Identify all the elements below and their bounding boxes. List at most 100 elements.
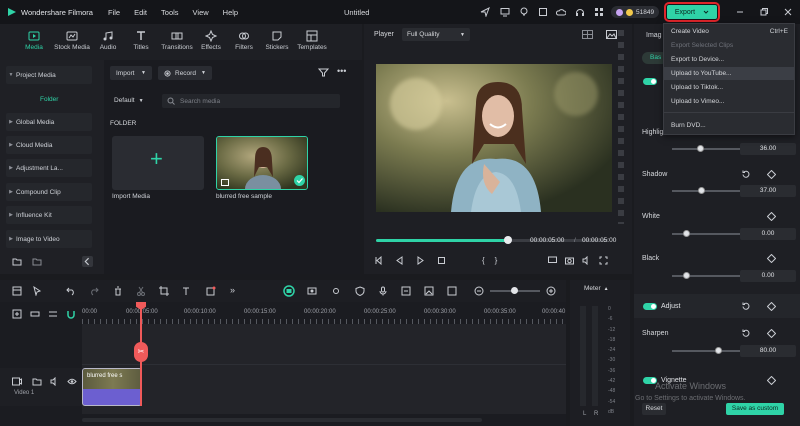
export-button[interactable]: Export [664, 2, 720, 22]
white-value-field[interactable]: 0.00 [740, 228, 796, 240]
keyframe-diamond-icon[interactable] [767, 329, 776, 338]
keyframe-diamond-icon[interactable] [767, 212, 776, 221]
shadow-value-field[interactable]: 37.00 [740, 185, 796, 197]
microphone-icon[interactable] [378, 286, 388, 296]
layout-grid-icon[interactable] [582, 30, 593, 39]
shield-icon[interactable] [355, 286, 365, 296]
save-as-custom-button[interactable]: Save as custom [726, 403, 784, 415]
volume-icon[interactable] [582, 256, 591, 265]
restore-icon[interactable] [759, 7, 769, 17]
zoom-in-icon[interactable] [546, 286, 556, 296]
render-icon[interactable] [307, 286, 317, 296]
play-icon[interactable] [416, 256, 425, 265]
basic-toggle[interactable] [643, 78, 657, 85]
camera-icon[interactable] [565, 256, 574, 265]
fullscreen-icon[interactable] [599, 256, 608, 265]
shadow-knob[interactable] [698, 187, 705, 194]
more-options-icon[interactable]: ••• [337, 66, 346, 76]
highlight-value-field[interactable]: 36.00 [740, 143, 796, 155]
menu-item-upload-to-vimeo[interactable]: Upload to Vimeo... [664, 95, 794, 108]
tab-stickers[interactable]: Stickers [259, 24, 295, 60]
black-value-field[interactable]: 0.00 [740, 270, 796, 282]
new-folder-icon[interactable] [12, 257, 22, 266]
tab-titles[interactable]: Titles [123, 24, 159, 60]
timeline-scrollbar[interactable] [82, 418, 482, 422]
menu-item-upload-to-youtube[interactable]: Upload to YouTube... [664, 67, 794, 80]
mark-out-icon[interactable]: } [495, 256, 498, 265]
sidebar-item-cloud-media[interactable]: ▶ Cloud Media [6, 136, 92, 154]
delete-icon[interactable] [113, 286, 123, 296]
more-tools-icon[interactable]: » [230, 285, 235, 295]
menu-item-export-to-device[interactable]: Export to Device... [664, 53, 794, 66]
send-icon[interactable] [480, 7, 490, 17]
menu-tools[interactable]: Tools [161, 8, 179, 17]
highlight-knob[interactable] [697, 145, 704, 152]
credits-badge[interactable]: 51849 [611, 6, 660, 18]
quality-dropdown[interactable]: Full Quality ▼ [402, 28, 470, 41]
stop-icon[interactable] [437, 256, 446, 265]
sidebar-item-compound-clip[interactable]: ▶ Compound Clip [6, 183, 92, 201]
menu-file[interactable]: File [108, 8, 120, 17]
add-track-icon[interactable] [12, 309, 22, 319]
layout-icon[interactable] [12, 286, 22, 296]
step-back-icon[interactable] [374, 256, 383, 265]
monitor-icon[interactable] [500, 7, 510, 17]
sidebar-item-adjustment-layer[interactable]: ▶ Adjustment La... [6, 159, 92, 177]
import-media-card[interactable]: + [112, 136, 204, 190]
search-input[interactable]: Search media [162, 94, 340, 108]
timeline-ruler[interactable]: 00:00 00:00:05:00 00:00:10:00 00:00:15:0… [82, 306, 566, 324]
crop-icon[interactable] [159, 286, 169, 296]
keyframe-icon[interactable] [206, 286, 216, 296]
tab-effects[interactable]: Effects [193, 24, 229, 60]
keyframe-diamond-icon[interactable] [767, 376, 776, 385]
tab-audio[interactable]: Audio [90, 24, 126, 60]
voiceover-icon[interactable] [401, 286, 411, 296]
lightbulb-icon[interactable] [519, 7, 529, 17]
close-icon[interactable] [783, 7, 793, 17]
save-icon[interactable] [538, 7, 548, 17]
split-icon[interactable] [136, 286, 146, 296]
playback-handle[interactable] [504, 236, 512, 244]
minimize-icon[interactable] [735, 7, 745, 17]
collapse-panel-icon[interactable] [82, 256, 93, 267]
filter-icon[interactable] [318, 68, 329, 77]
keyframe-diamond-icon[interactable] [767, 254, 776, 263]
video-preview[interactable] [376, 64, 612, 212]
sort-dropdown[interactable]: Default ▼ [114, 97, 144, 104]
tab-transitions[interactable]: Transitions [158, 24, 196, 60]
tab-templates[interactable]: Templates [293, 24, 331, 60]
black-knob[interactable] [683, 272, 690, 279]
menu-item-create-video[interactable]: Create Video Ctrl+E [664, 25, 794, 38]
record-dropdown[interactable]: Record ▼ [158, 66, 212, 80]
zoom-out-icon[interactable] [474, 286, 484, 296]
sidebar-item-folder[interactable]: Folder [6, 90, 92, 108]
reset-icon[interactable] [741, 302, 750, 311]
cloud-icon[interactable] [556, 7, 566, 17]
media-thumbnail-card[interactable] [216, 136, 308, 190]
tab-media[interactable]: Media [16, 24, 52, 60]
sidebar-item-global-media[interactable]: ▶ Global Media [6, 113, 92, 131]
menu-edit[interactable]: Edit [134, 8, 147, 17]
headset-icon[interactable] [575, 7, 585, 17]
select-tool-icon[interactable] [32, 286, 42, 296]
link-icon[interactable] [30, 309, 40, 319]
sharpen-knob[interactable] [715, 347, 722, 354]
scissors-icon[interactable]: ✂ [134, 342, 148, 362]
reset-icon[interactable] [741, 170, 750, 179]
zoom-knob[interactable] [511, 287, 518, 294]
keyframe-diamond-icon[interactable] [767, 170, 776, 179]
sharpen-value-field[interactable]: 80.00 [740, 345, 796, 357]
reset-button[interactable]: Reset [642, 403, 666, 415]
magnet-icon[interactable] [66, 309, 76, 319]
sidebar-item-project-media[interactable]: ▼ Project Media [6, 66, 92, 84]
ai-image-icon[interactable] [424, 286, 434, 296]
tab-filters[interactable]: Filters [226, 24, 262, 60]
track-manager-icon[interactable] [48, 309, 58, 319]
playback-progress[interactable] [376, 239, 508, 242]
import-dropdown[interactable]: Import ▼ [110, 66, 152, 80]
undo-icon[interactable] [66, 286, 76, 296]
sidebar-item-image-to-video[interactable]: ▶ Image to Video [6, 230, 92, 248]
menu-help[interactable]: Help [223, 8, 238, 17]
menu-view[interactable]: View [193, 8, 209, 17]
adjust-toggle[interactable] [643, 303, 657, 310]
